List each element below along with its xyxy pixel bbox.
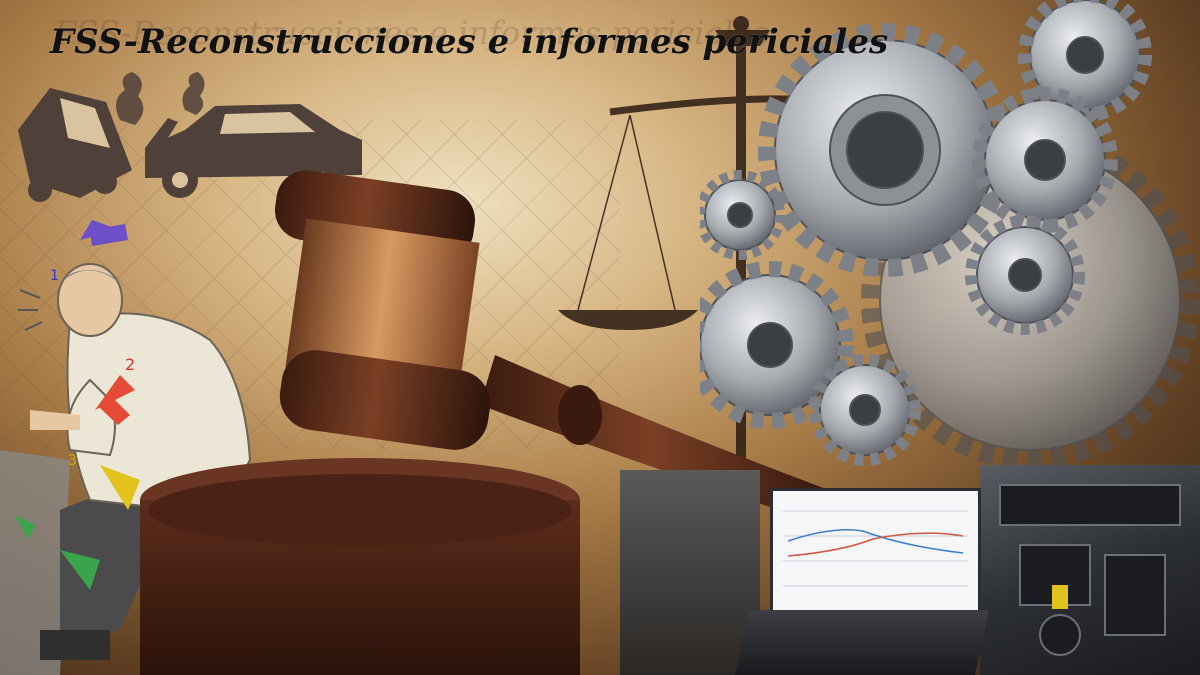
engine-bay-icon xyxy=(980,465,1200,675)
gears-icon xyxy=(700,0,1199,469)
engine-photo-left xyxy=(620,470,760,675)
marker-2: 2 xyxy=(125,355,135,374)
laptop-icon xyxy=(770,488,981,614)
banner-canvas: 1 2 3 FSS-Reconstrucciones e informes pe… xyxy=(0,0,1200,675)
marker-1: 1 xyxy=(50,268,59,284)
laptop-keyboard xyxy=(735,610,989,675)
page-title: FSS-Reconstrucciones e informes pericial… xyxy=(50,22,889,62)
marker-3: 3 xyxy=(68,453,77,469)
